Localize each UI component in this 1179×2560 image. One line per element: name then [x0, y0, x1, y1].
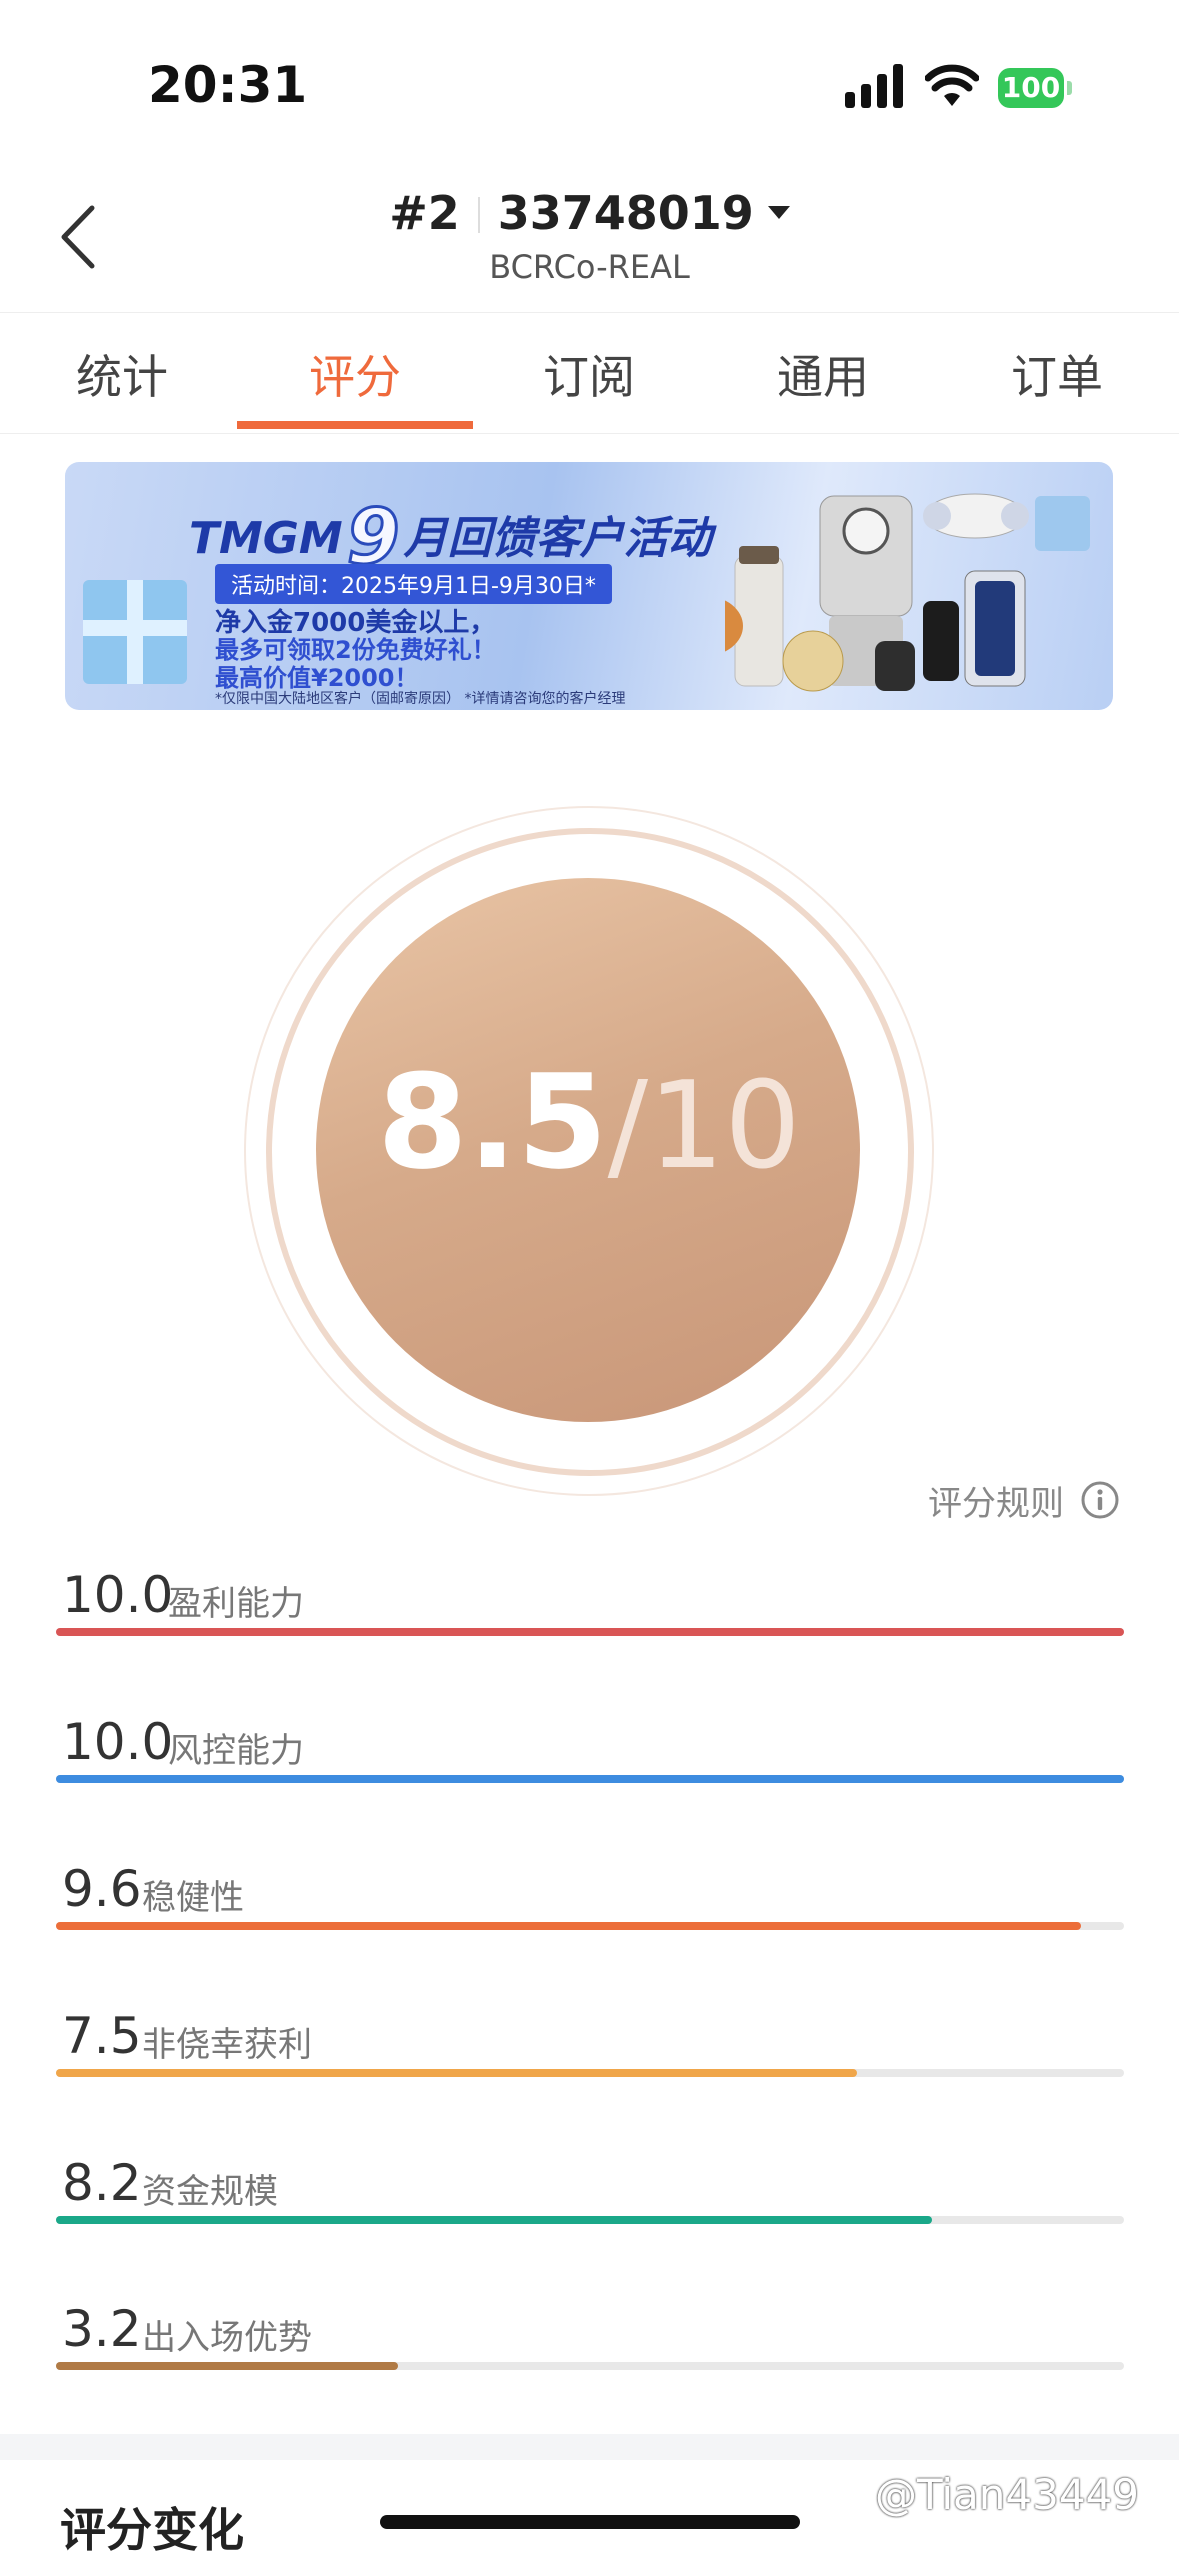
- info-icon[interactable]: [1080, 1480, 1120, 1520]
- tab-bar: 统计 评分 订阅 通用 订单: [0, 312, 1179, 434]
- score-max: /10: [607, 1057, 801, 1196]
- signal-icon: [845, 64, 903, 108]
- account-selector[interactable]: #2 33748019: [0, 186, 1179, 240]
- tab-score[interactable]: 评分: [238, 341, 472, 407]
- status-time: 20:31: [148, 56, 308, 114]
- wifi-icon: [925, 64, 979, 106]
- header: #2 33748019 BCRCo-REAL: [0, 150, 1179, 310]
- metric-progress-fill: [56, 2069, 857, 2077]
- banner-brand: TMGM: [189, 513, 343, 564]
- battery-level: 100: [998, 68, 1064, 108]
- metric-value: 8.2: [62, 2154, 142, 2212]
- banner-date: 活动时间：2025年9月1日-9月30日*: [215, 564, 612, 604]
- metric-row: 9.6 稳健性: [56, 1860, 1124, 1960]
- metric-row: 8.2 资金规模: [56, 2154, 1124, 2254]
- metric-row: 3.2 出入场优势: [56, 2300, 1124, 2400]
- tab-subscribe[interactable]: 订阅: [472, 341, 706, 407]
- metric-value: 9.6: [62, 1860, 142, 1918]
- metric-progress-fill: [56, 1628, 1124, 1636]
- battery-icon: 100: [998, 68, 1072, 108]
- gift-box-image: [83, 580, 187, 684]
- status-bar: 20:31 100: [0, 0, 1179, 150]
- metric-row: 7.5 非侥幸获利: [56, 2007, 1124, 2107]
- metric-progress-fill: [56, 2362, 398, 2370]
- account-number: 33748019: [497, 186, 754, 240]
- tab-stats[interactable]: 统计: [5, 341, 239, 407]
- server-name: BCRCo-REAL: [489, 248, 690, 286]
- metric-label: 资金规模: [142, 2172, 278, 2212]
- caret-down-icon: [767, 206, 790, 219]
- metric-progress-fill: [56, 1775, 1124, 1783]
- metric-value: 3.2: [62, 2300, 142, 2358]
- banner-products-image: [725, 493, 1090, 692]
- score-value: 8.5: [377, 1046, 608, 1198]
- metric-label: 盈利能力: [168, 1584, 304, 1624]
- metric-row: 10.0 盈利能力: [56, 1566, 1124, 1666]
- metric-label: 非侥幸获利: [142, 2025, 312, 2065]
- score-rules-link[interactable]: 评分规则: [928, 1476, 1064, 1525]
- section-divider: [0, 2434, 1179, 2460]
- score-gauge: 8.5/10: [244, 806, 934, 1496]
- banner-footnote: *仅限中国大陆地区客户（固邮寄原因） *详情请咨询您的客户经理: [215, 691, 626, 707]
- banner-title-text: 月回馈客户活动: [403, 513, 712, 564]
- metric-progress-track: [56, 1922, 1124, 1930]
- metric-value: 7.5: [62, 2007, 142, 2065]
- promo-banner[interactable]: TMGM9月回馈客户活动 活动时间：2025年9月1日-9月30日* 净入金70…: [65, 462, 1113, 710]
- metric-progress-track: [56, 1775, 1124, 1783]
- metric-progress-track: [56, 1628, 1124, 1636]
- metric-label: 稳健性: [142, 1878, 244, 1918]
- tab-orders[interactable]: 订单: [940, 341, 1174, 407]
- watermark: @Tian43449: [875, 2470, 1139, 2519]
- metric-progress-fill: [56, 2216, 932, 2224]
- metric-progress-fill: [56, 1922, 1082, 1930]
- metric-value: 10.0: [62, 1713, 174, 1771]
- active-tab-indicator: [237, 421, 473, 429]
- metric-label: 风控能力: [168, 1731, 304, 1771]
- score-display: 8.5/10: [244, 1046, 934, 1198]
- metric-row: 10.0 风控能力: [56, 1713, 1124, 1813]
- metric-progress-track: [56, 2069, 1124, 2077]
- score-history-title: 评分变化: [60, 2503, 244, 2557]
- metric-label: 出入场优势: [142, 2318, 312, 2358]
- metric-progress-track: [56, 2216, 1124, 2224]
- metric-value: 10.0: [62, 1566, 174, 1624]
- metric-progress-track: [56, 2362, 1124, 2370]
- home-indicator: [380, 2515, 800, 2529]
- account-rank: #2: [389, 186, 460, 240]
- tab-general[interactable]: 通用: [706, 341, 940, 407]
